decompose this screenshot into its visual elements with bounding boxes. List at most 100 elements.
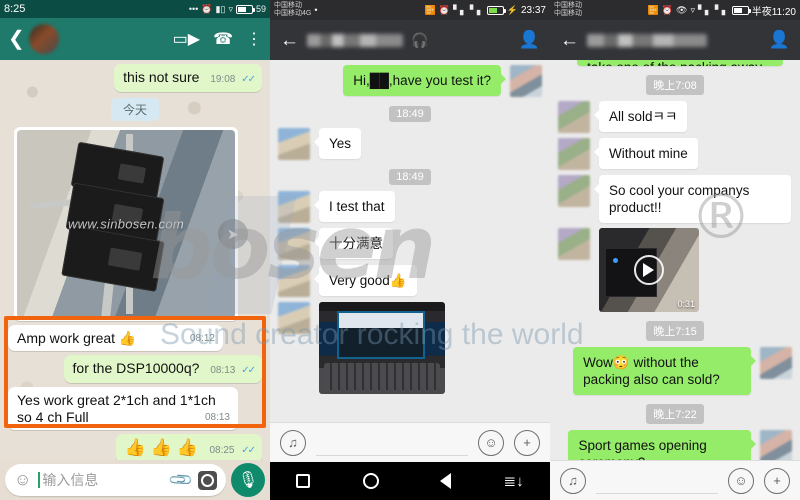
video-call-icon[interactable]: ▭▶ bbox=[173, 29, 200, 49]
contact-profile-icon[interactable]: 👤 bbox=[519, 30, 540, 50]
message-row[interactable]: this not sure 19:08 ✓✓ bbox=[8, 64, 262, 92]
message-bubble-out[interactable]: Sport games opening ceremony? bbox=[568, 430, 756, 460]
message-row[interactable]: Very good👍 bbox=[270, 265, 550, 297]
message-row[interactable]: Sport games opening ceremony? bbox=[550, 430, 800, 460]
message-row-clipped[interactable]: take one of the packing away😅 bbox=[550, 60, 800, 66]
message-input[interactable] bbox=[316, 430, 468, 456]
play-icon[interactable] bbox=[634, 255, 664, 285]
message-bubble-in[interactable]: Yes work great 2*1ch and 1*1ch so 4 ch F… bbox=[8, 387, 238, 430]
wechat2-input-bar[interactable]: ♫ ☺ + bbox=[550, 460, 800, 500]
camera-icon[interactable] bbox=[198, 470, 217, 490]
avatar[interactable] bbox=[558, 175, 590, 207]
more-vertical-icon[interactable]: ⋮ bbox=[246, 29, 262, 49]
message-bubble-in[interactable]: I test that bbox=[314, 191, 395, 222]
avatar[interactable] bbox=[558, 101, 590, 133]
emoji-icon[interactable]: ☺ bbox=[728, 467, 754, 494]
signal-icon: ▘▖ bbox=[698, 4, 712, 15]
message-row[interactable]: Amp work great 👍 08:12 bbox=[8, 325, 262, 351]
voice-input-icon[interactable]: ♫ bbox=[560, 467, 586, 494]
mute-ear-icon[interactable]: 🎧 bbox=[411, 32, 428, 49]
message-bubble-out[interactable]: for the DSP10000q? 08:13 ✓✓ bbox=[63, 355, 262, 383]
hide-keyboard-icon[interactable]: ≣↓ bbox=[504, 474, 524, 489]
vibrate-icon: 📴 bbox=[424, 4, 436, 15]
message-row[interactable]: All soldㅋㅋ bbox=[550, 101, 800, 133]
phone-icon[interactable]: ☎ bbox=[213, 29, 233, 49]
plus-icon[interactable]: + bbox=[764, 467, 790, 494]
message-row[interactable]: Hi,██,have you test it? bbox=[270, 65, 550, 97]
message-row[interactable]: 十分满意 bbox=[270, 228, 550, 260]
message-row[interactable] bbox=[270, 302, 550, 394]
message-row[interactable]: Yes bbox=[270, 128, 550, 160]
timestamp-chip: 晚上7:08 bbox=[646, 75, 704, 95]
message-row[interactable]: Wow😳 without the packing also can sold? bbox=[550, 347, 800, 395]
wechat1-message-list[interactable]: Hi,██,have you test it? 18:49 Yes 18:49 … bbox=[270, 60, 550, 422]
whatsapp-message-list[interactable]: this not sure 19:08 ✓✓ 今天 www.sinbosen.c… bbox=[0, 60, 270, 460]
contact-name bbox=[307, 33, 403, 47]
microphone-icon[interactable]: 🎙 bbox=[231, 463, 265, 497]
avatar[interactable] bbox=[278, 302, 310, 334]
paperclip-icon[interactable]: 📎 bbox=[167, 466, 195, 494]
video-message[interactable]: 0:31 bbox=[599, 228, 699, 312]
wechat2-header: ← 👤 bbox=[550, 20, 800, 60]
back-arrow-icon[interactable]: ❮ bbox=[8, 29, 25, 49]
avatar[interactable] bbox=[510, 65, 542, 97]
emoji-icon[interactable]: ☺ bbox=[478, 429, 504, 456]
avatar[interactable] bbox=[278, 191, 310, 223]
whatsapp-input-bar[interactable]: ☺ 输入信息 📎 🎙 bbox=[0, 460, 270, 500]
contact-profile-icon[interactable]: 👤 bbox=[769, 30, 790, 50]
forward-icon[interactable]: ➤ bbox=[218, 219, 248, 249]
back-arrow-icon[interactable]: ← bbox=[560, 31, 579, 50]
photo-message[interactable]: www.sinbosen.com ➤ bbox=[14, 127, 248, 321]
avatar[interactable] bbox=[558, 138, 590, 170]
emoji-icon[interactable]: ☺ bbox=[14, 470, 31, 490]
avatar[interactable] bbox=[558, 228, 590, 260]
message-row[interactable]: Without mine bbox=[550, 138, 800, 170]
message-bubble-in[interactable]: 十分满意 bbox=[314, 228, 393, 259]
square-recents-icon[interactable] bbox=[296, 474, 311, 488]
wechat1-input-bar[interactable]: ♫ ☺ + bbox=[270, 422, 550, 462]
wechat2-message-list[interactable]: take one of the packing away😅 晚上7:08 All… bbox=[550, 60, 800, 460]
message-input[interactable]: 输入信息 bbox=[38, 472, 164, 488]
avatar[interactable] bbox=[760, 347, 792, 379]
avatar[interactable] bbox=[278, 265, 310, 297]
message-bubble-in[interactable]: So cool your companys product!! bbox=[594, 175, 791, 223]
message-input[interactable] bbox=[596, 468, 718, 494]
message-row[interactable]: I test that bbox=[270, 191, 550, 223]
triangle-back-icon[interactable] bbox=[432, 473, 451, 489]
message-bubble-in[interactable]: Very good👍 bbox=[314, 265, 417, 296]
message-row[interactable]: 0:31 bbox=[550, 228, 800, 312]
message-row[interactable]: for the DSP10000q? 08:13 ✓✓ bbox=[8, 355, 262, 383]
photo-message[interactable] bbox=[319, 302, 445, 394]
avatar[interactable] bbox=[760, 430, 792, 460]
message-bubble-in[interactable]: Yes bbox=[313, 128, 362, 159]
message-bubble-in[interactable]: Without mine bbox=[594, 138, 698, 169]
voice-input-icon[interactable]: ♫ bbox=[280, 429, 306, 456]
wifi-icon: ▿ bbox=[228, 3, 233, 14]
message-bubble-in[interactable]: All soldㅋㅋ bbox=[593, 101, 688, 132]
timestamp-chip: 18:49 bbox=[389, 169, 431, 185]
whatsapp-header: ❮ ▭▶ ☎ ⋮ bbox=[0, 18, 270, 60]
message-bubble-out[interactable]: this not sure 19:08 ✓✓ bbox=[114, 64, 262, 92]
android-navbar[interactable]: ≣↓ bbox=[270, 462, 550, 500]
avatar[interactable] bbox=[278, 128, 310, 160]
message-input-pill[interactable]: ☺ 输入信息 📎 bbox=[5, 464, 226, 496]
alarm-icon: ⏰ bbox=[201, 3, 213, 14]
avatar[interactable] bbox=[278, 228, 310, 260]
back-arrow-icon[interactable]: ← bbox=[280, 31, 299, 50]
message-row[interactable]: Yes work great 2*1ch and 1*1ch so 4 ch F… bbox=[8, 387, 262, 430]
timestamp-chip: 18:49 bbox=[389, 106, 431, 122]
alarm-icon: ⏰ bbox=[661, 4, 674, 15]
message-row[interactable]: So cool your companys product!! bbox=[550, 175, 800, 223]
avatar[interactable] bbox=[28, 24, 59, 54]
message-bubble-out[interactable]: 👍 👍 👍 08:25 ✓✓ bbox=[115, 434, 262, 460]
plus-icon[interactable]: + bbox=[514, 429, 540, 456]
message-text: Yes work great 2*1ch and 1*1ch so 4 ch F… bbox=[17, 392, 216, 425]
message-bubble-out[interactable]: Wow😳 without the packing also can sold? bbox=[573, 347, 756, 395]
message-row[interactable]: 👍 👍 👍 08:25 ✓✓ bbox=[8, 434, 262, 460]
signal-2g-icon: ▘▖ bbox=[453, 4, 467, 15]
message-bubble-out[interactable]: take one of the packing away😅 bbox=[577, 60, 783, 66]
video-duration: 0:31 bbox=[677, 299, 695, 309]
circle-home-icon[interactable] bbox=[363, 473, 380, 489]
message-bubble-out[interactable]: Hi,██,have you test it? bbox=[343, 65, 506, 96]
message-bubble-in[interactable]: Amp work great 👍 08:12 bbox=[8, 325, 223, 351]
